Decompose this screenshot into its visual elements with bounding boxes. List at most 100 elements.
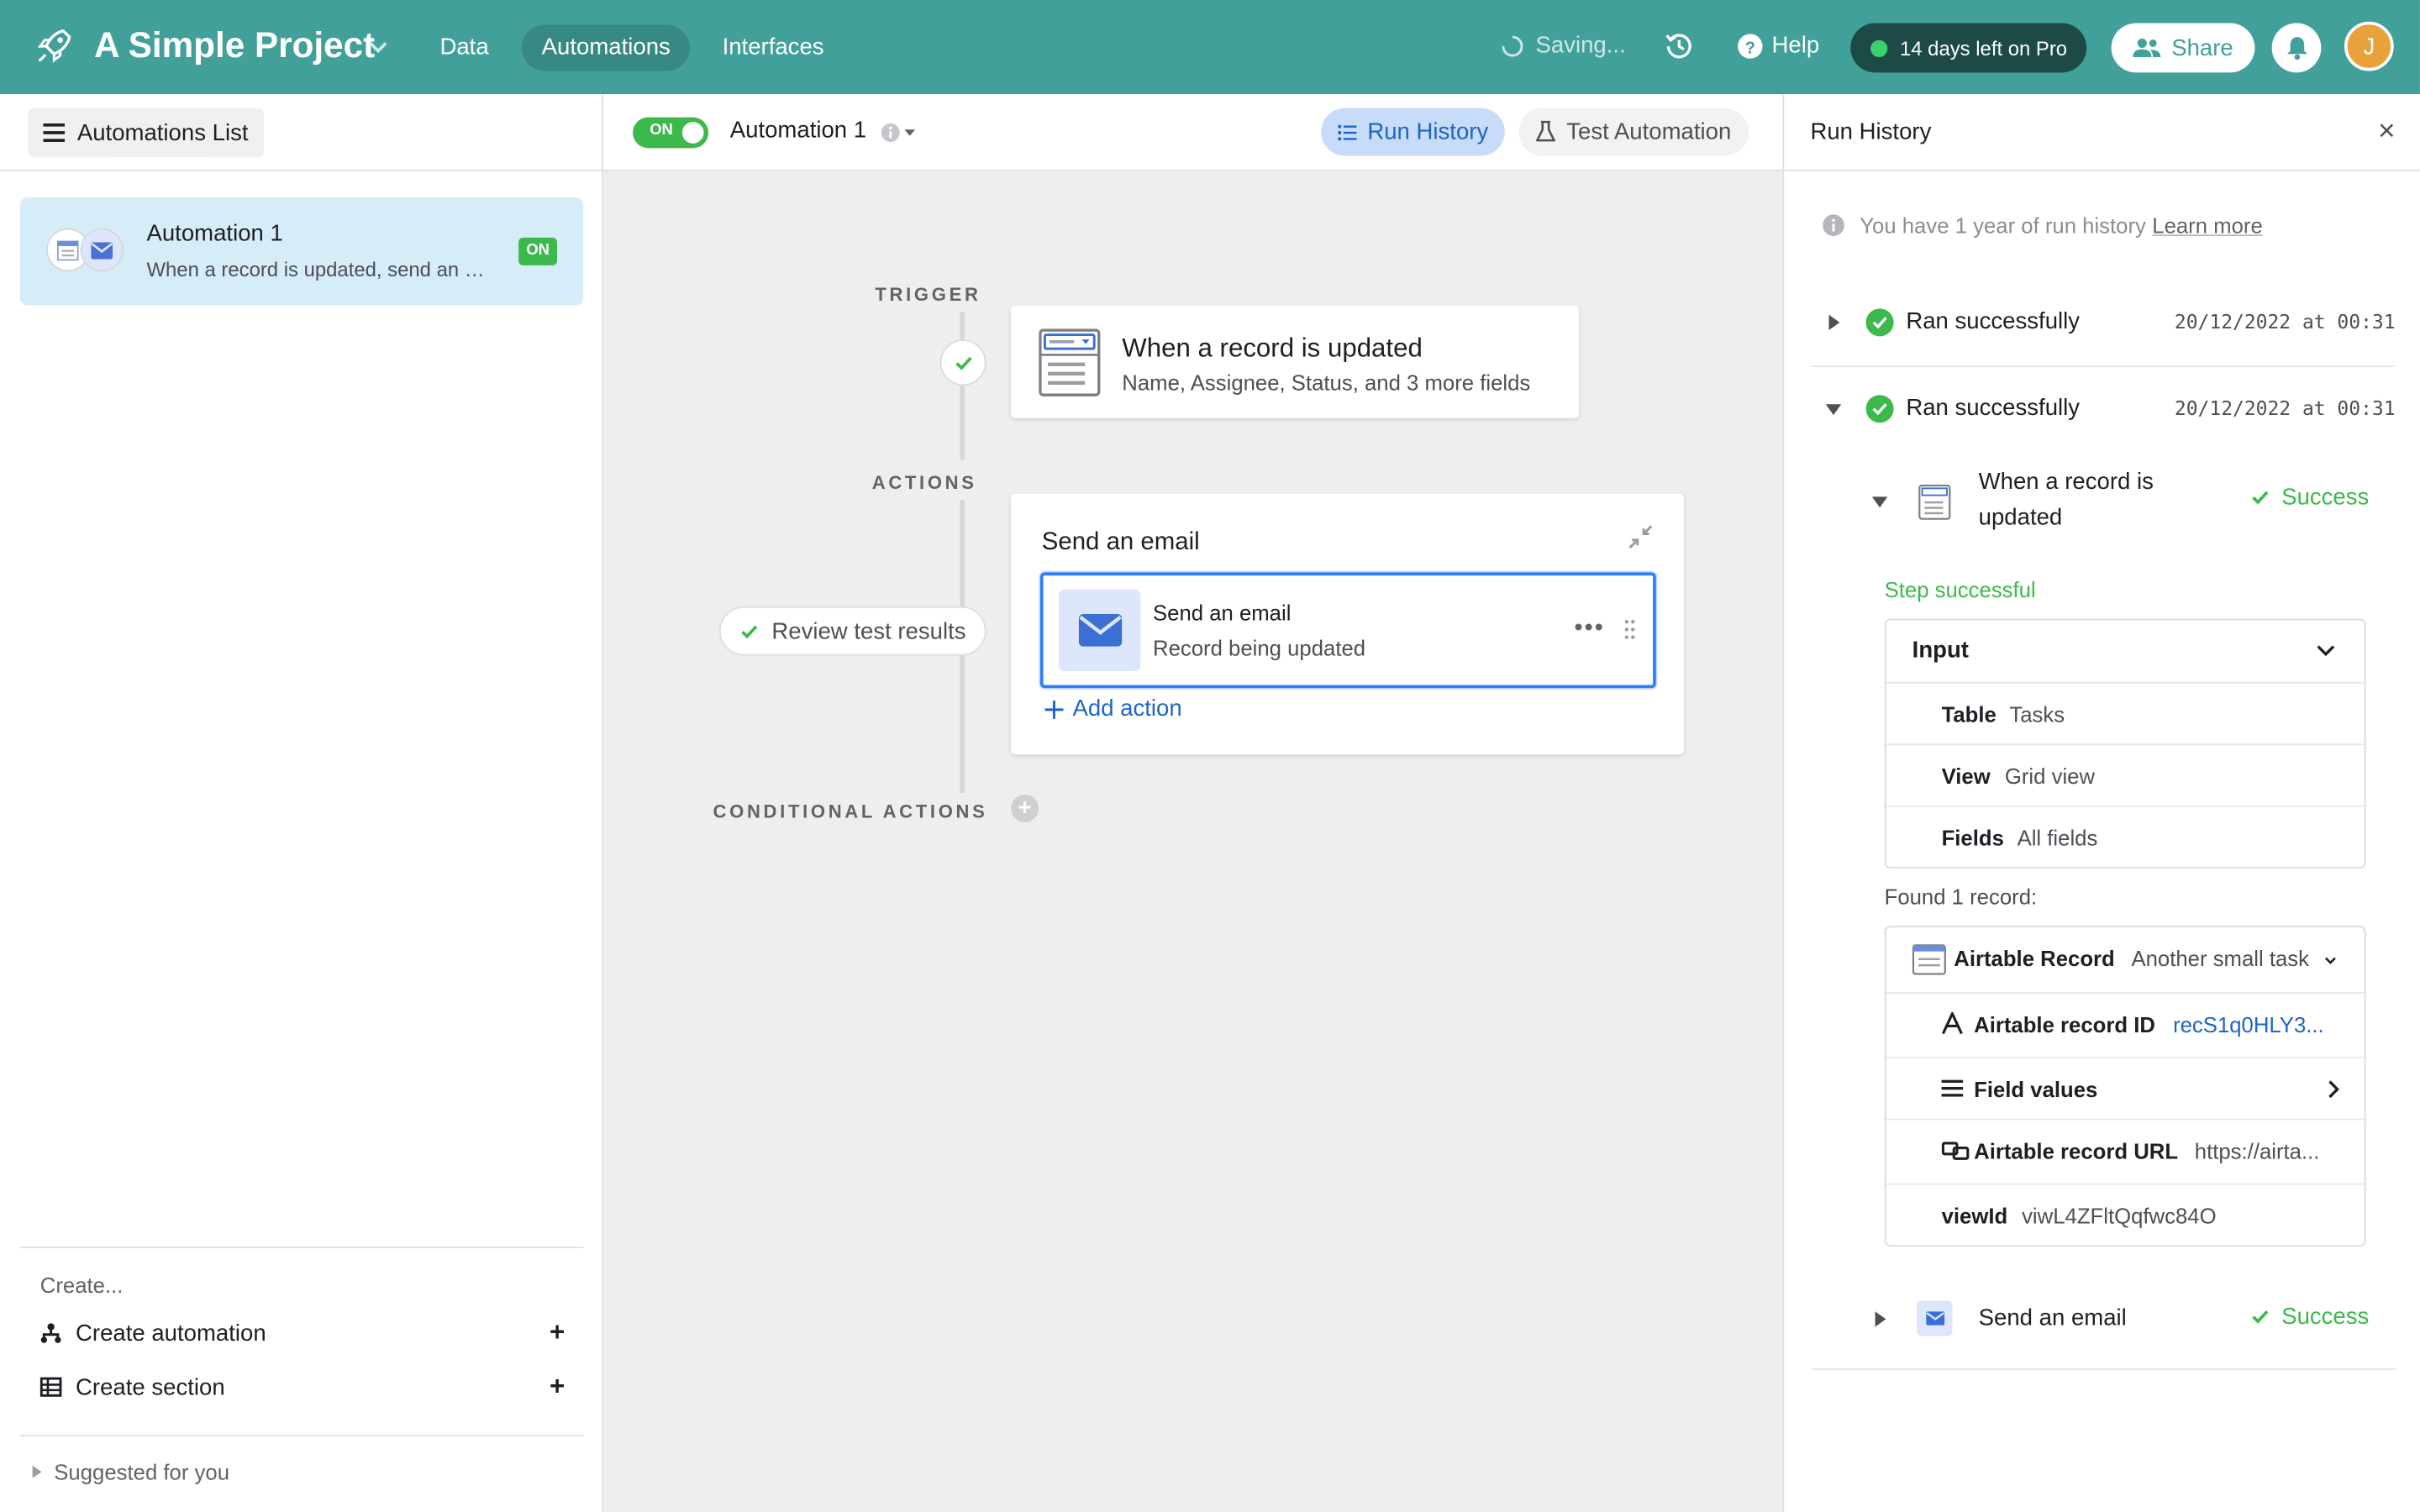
run-status: Ran successfully xyxy=(1906,308,2081,335)
input-row: Fields All fields xyxy=(1886,805,2365,867)
chevron-down-icon xyxy=(2317,645,2335,657)
record-updated-icon xyxy=(1039,328,1101,396)
automation-list-item[interactable]: Automation 1 When a record is updated, s… xyxy=(19,197,584,306)
nav-interfaces[interactable]: Interfaces xyxy=(702,24,844,71)
automation-step-icons xyxy=(46,228,127,275)
plus-icon: + xyxy=(549,1371,566,1401)
saving-label: Saving... xyxy=(1535,32,1626,59)
sidebar-header: Automations List xyxy=(0,94,604,171)
create-automation-label: Create automation xyxy=(75,1320,266,1347)
saving-status: Saving... xyxy=(1502,33,1626,59)
create-section-button[interactable]: Create section + xyxy=(39,1368,566,1405)
automations-list-label: Automations List xyxy=(76,119,249,146)
view-id-value: viwL4ZFltQqfwc84O xyxy=(2022,1203,2217,1229)
create-automation-button[interactable]: Create automation + xyxy=(40,1315,565,1352)
trigger-step-row[interactable]: When a record is updated Success xyxy=(1867,465,2369,542)
help-label: Help xyxy=(1771,32,1820,59)
info-icon[interactable] xyxy=(880,122,917,144)
email-step-row[interactable]: Send an email Success xyxy=(1867,1299,2369,1340)
caret-down-icon[interactable] xyxy=(1871,494,1888,509)
run-row[interactable]: Ran successfully 20/12/2022 at 00:31 xyxy=(1812,291,2396,356)
info-icon xyxy=(1823,214,1844,237)
bell-icon xyxy=(2286,37,2307,60)
check-icon xyxy=(2252,491,2270,505)
close-icon[interactable]: × xyxy=(2378,116,2395,150)
record-id-value[interactable]: recS1q0HLY3... xyxy=(2173,1012,2343,1037)
caret-right-icon[interactable] xyxy=(1826,314,1841,331)
action-title: Send an email xyxy=(1153,600,1292,625)
avatar[interactable]: J xyxy=(2344,21,2394,71)
record-id-key: Airtable record ID xyxy=(1974,1011,2155,1037)
rocket-logo-icon[interactable] xyxy=(34,26,74,66)
automations-list-button[interactable]: Automations List xyxy=(28,108,264,158)
input-key: Table xyxy=(1941,701,1996,727)
drag-handle-icon[interactable] xyxy=(1623,619,1636,641)
history-icon[interactable] xyxy=(1664,31,1695,62)
text-field-icon xyxy=(1941,1011,1963,1035)
record-updated-icon xyxy=(1917,484,1953,520)
email-icon xyxy=(1917,1300,1953,1336)
chevron-down-icon[interactable] xyxy=(367,37,389,59)
success-icon xyxy=(1865,308,1894,337)
collapse-icon[interactable] xyxy=(1628,524,1653,549)
editor-header: ON Automation 1 Run History Test Automat… xyxy=(603,94,1783,171)
input-row: Table Tasks xyxy=(1886,681,2365,743)
automation-description: When a record is updated, send an email xyxy=(146,257,494,281)
test-automation-button[interactable]: Test Automation xyxy=(1518,108,1749,156)
trigger-section-label: TRIGGER xyxy=(875,283,981,306)
project-name[interactable]: A Simple Project xyxy=(94,24,375,66)
chevron-down-icon xyxy=(2324,957,2336,964)
status-dot xyxy=(1870,39,1888,57)
add-action-button[interactable]: Add action xyxy=(1044,696,1182,722)
trigger-card[interactable]: When a record is updated Name, Assignee,… xyxy=(1011,305,1579,418)
record-header[interactable]: Airtable Record Another small task xyxy=(1886,927,2364,992)
pro-trial-badge[interactable]: 14 days left on Pro xyxy=(1850,23,2087,73)
run-row[interactable]: Ran successfully 20/12/2022 at 00:31 xyxy=(1812,378,2396,443)
record-key: Airtable Record xyxy=(1954,945,2115,971)
add-conditional-action-button[interactable]: + xyxy=(1011,794,1039,822)
input-header[interactable]: Input xyxy=(1886,620,2364,681)
toggle-knob xyxy=(681,122,704,144)
record-url-row: Airtable record URL https://airta... xyxy=(1886,1118,2365,1184)
action-subtitle: Record being updated xyxy=(1153,635,1366,661)
automation-toggle[interactable]: ON xyxy=(633,117,709,149)
caret-down-icon[interactable] xyxy=(1825,402,1842,417)
trigger-title: When a record is updated xyxy=(1122,333,1423,363)
run-history-button[interactable]: Run History xyxy=(1321,108,1506,156)
notifications-button[interactable] xyxy=(2271,23,2322,73)
step-successful-label: Step successful xyxy=(1884,576,2036,602)
review-test-results-button[interactable]: Review test results xyxy=(718,606,986,656)
check-icon xyxy=(955,355,971,370)
top-bar: A Simple Project Data Automations Interf… xyxy=(0,0,2420,95)
view-id-row: viewId viwL4ZFltQqfwc84O xyxy=(1886,1183,2365,1245)
add-action-label: Add action xyxy=(1072,696,1182,722)
automation-title: Automation 1 xyxy=(146,220,283,247)
nav-data[interactable]: Data xyxy=(420,24,509,71)
caret-right-icon[interactable] xyxy=(1872,1311,1887,1327)
suggested-section[interactable]: Suggested for you xyxy=(19,1435,584,1512)
learn-more-link[interactable]: Learn more xyxy=(2152,213,2262,237)
record-url-key: Airtable record URL xyxy=(1974,1138,2179,1163)
nav-automations[interactable]: Automations xyxy=(521,24,691,71)
share-button[interactable]: Share xyxy=(2111,23,2255,73)
send-email-action[interactable]: Send an email Record being updated ••• xyxy=(1039,572,1656,689)
input-row: View Grid view xyxy=(1886,743,2365,805)
field-values-row[interactable]: Field values xyxy=(1886,1057,2365,1118)
caret-right-icon xyxy=(32,1465,42,1478)
suggested-toggle[interactable]: Suggested for you xyxy=(32,1460,229,1484)
automation-name[interactable]: Automation 1 xyxy=(730,118,866,144)
check-icon xyxy=(2252,1310,2270,1324)
create-label: Create... xyxy=(39,1273,124,1298)
found-records-label: Found 1 record: xyxy=(1884,884,2038,909)
field-values-label: Field values xyxy=(1974,1077,2098,1102)
plus-icon: + xyxy=(549,1317,566,1347)
record-id-row: Airtable record ID recS1q0HLY3... xyxy=(1886,991,2365,1057)
spinner-icon xyxy=(1502,34,1523,56)
automation-editor: ON Automation 1 Run History Test Automat… xyxy=(603,94,1783,1512)
record-url-value[interactable]: https://airta... xyxy=(2195,1138,2343,1163)
help-button[interactable]: ? Help xyxy=(1738,33,1819,59)
status-badge: ON xyxy=(518,237,558,265)
more-options-icon[interactable]: ••• xyxy=(1574,617,1604,641)
trigger-step-title-line1: When a record is xyxy=(1978,469,2154,496)
step-status-label: Success xyxy=(2281,484,2370,511)
